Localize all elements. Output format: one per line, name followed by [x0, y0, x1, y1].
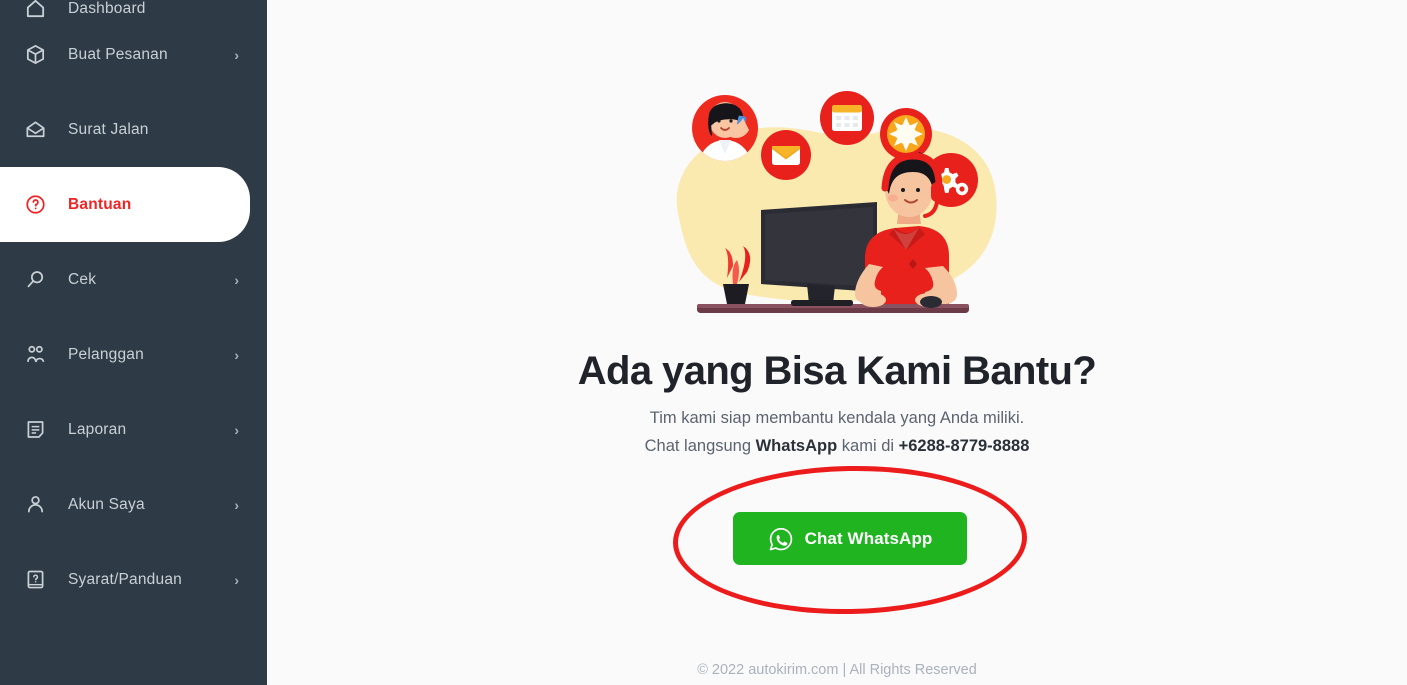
chat-whatsapp-button[interactable]: Chat WhatsApp [733, 512, 967, 565]
chevron-right-icon[interactable]: › [234, 48, 239, 62]
sidebar-item-label: Bantuan [68, 195, 132, 213]
help-subtitle-line-2: Chat langsung WhatsApp kami di +6288-877… [645, 434, 1030, 460]
sidebar-item-cek[interactable]: Cek › [0, 242, 267, 317]
person-icon [22, 492, 48, 518]
help-content-block: Ada yang Bisa Kami Bantu? Tim kami siap … [267, 0, 1407, 459]
sidebar-item-label: Akun Saya [68, 495, 145, 513]
sidebar-item-dashboard[interactable]: Dashboard [0, 0, 267, 18]
sidebar-navigation: Dashboard Buat Pesanan › Surat Jalan Ban… [0, 0, 267, 685]
customer-support-agent-illustration [657, 78, 1017, 328]
sidebar-item-syarat-panduan[interactable]: Syarat/Panduan › [0, 542, 267, 617]
page-title: Ada yang Bisa Kami Bantu? [577, 349, 1097, 393]
footer-copyright: © 2022 autokirim.com | All Rights Reserv… [697, 662, 977, 678]
main-content: Ada yang Bisa Kami Bantu? Tim kami siap … [267, 0, 1407, 685]
sidebar-item-label: Cek [68, 270, 97, 288]
book-question-icon [22, 567, 48, 593]
phone-number: +6288-8779-8888 [898, 436, 1030, 455]
chevron-right-icon[interactable]: › [234, 423, 239, 437]
whatsapp-word: WhatsApp [755, 436, 838, 455]
question-circle-icon [22, 192, 48, 218]
sidebar-item-buat-pesanan[interactable]: Buat Pesanan › [0, 17, 267, 92]
sidebar-item-akun-saya[interactable]: Akun Saya › [0, 467, 267, 542]
chat-whatsapp-label: Chat WhatsApp [804, 528, 933, 548]
help-page-screen: Dashboard Buat Pesanan › Surat Jalan Ban… [0, 0, 1407, 685]
open-envelope-icon [22, 117, 48, 143]
sidebar-item-laporan[interactable]: Laporan › [0, 392, 267, 467]
chevron-right-icon[interactable]: › [234, 348, 239, 362]
sidebar-item-pelanggan[interactable]: Pelanggan › [0, 317, 267, 392]
chat-prefix-text: Chat langsung [644, 436, 756, 455]
chevron-right-icon[interactable]: › [234, 273, 239, 287]
sidebar-item-bantuan[interactable]: Bantuan [0, 167, 250, 242]
chevron-right-icon[interactable]: › [234, 573, 239, 587]
package-box-icon [22, 42, 48, 68]
chevron-right-icon[interactable]: › [234, 498, 239, 512]
report-doc-icon [22, 417, 48, 443]
sidebar-item-label: Buat Pesanan [68, 45, 168, 63]
whatsapp-icon [768, 526, 794, 552]
sidebar-item-label: Syarat/Panduan [68, 570, 182, 588]
sidebar-item-bantuan-wrapper: Bantuan [0, 167, 267, 242]
magnifier-icon [22, 267, 48, 293]
sidebar-item-list: Dashboard Buat Pesanan › Surat Jalan Ban… [0, 0, 267, 617]
sidebar-item-label: Laporan [68, 420, 127, 438]
sidebar-item-label: Dashboard [68, 0, 146, 17]
help-subtitle-line-1: Tim kami siap membantu kendala yang Anda… [649, 409, 1025, 427]
sidebar-item-label: Surat Jalan [68, 120, 149, 138]
sidebar-item-surat-jalan[interactable]: Surat Jalan [0, 92, 267, 167]
users-icon [22, 342, 48, 368]
chat-mid-text: kami di [837, 436, 899, 455]
sidebar-item-label: Pelanggan [68, 345, 144, 363]
